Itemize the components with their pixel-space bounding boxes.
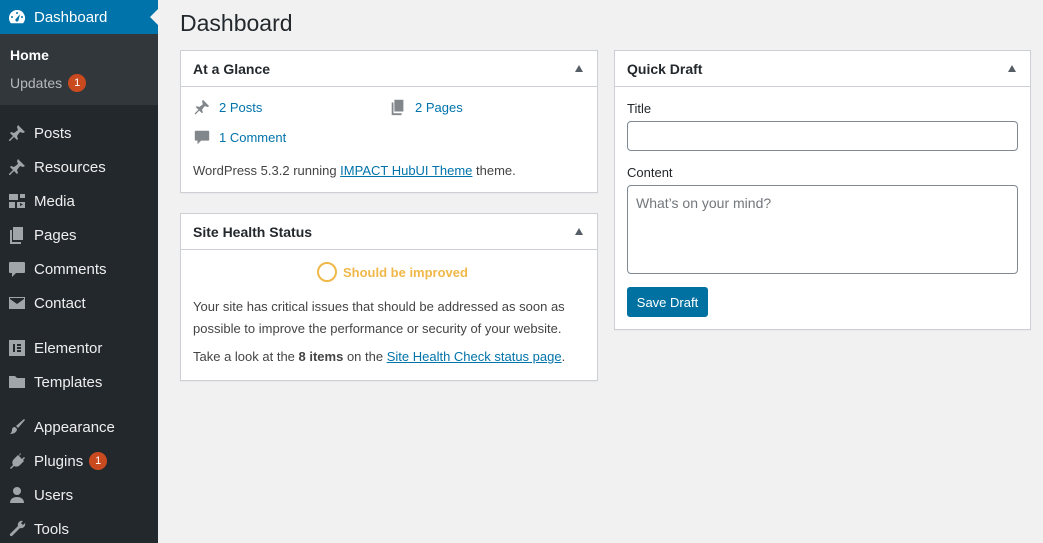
posts-count-link[interactable]: 2 Posts [219,100,262,115]
collapse-toggle-icon[interactable] [1008,65,1016,72]
sidebar-item-label: Appearance [34,418,115,436]
sidebar-item-elementor[interactable]: Elementor [0,331,158,365]
health-items-text: Take a look at the 8 items on the Site H… [193,346,593,368]
sidebar-item-users[interactable]: Users [0,478,158,512]
sidebar-item-contact[interactable]: Contact [0,286,158,320]
wordpress-version-text: WordPress 5.3.2 running IMPACT HubUI The… [193,160,516,182]
media-icon [0,191,34,211]
envelope-icon [0,293,34,313]
sidebar-item-plugins[interactable]: Plugins 1 [0,444,158,478]
health-circle-icon [317,262,337,282]
sidebar-item-label: Resources [34,158,106,176]
sidebar-item-label: Users [34,486,74,504]
sidebar-item-pages[interactable]: Pages [0,218,158,252]
health-text-middle: on the [343,349,387,364]
brush-icon [0,417,34,437]
sidebar-item-label: Posts [34,124,72,142]
health-status-indicator: Should be improved [317,262,468,282]
submenu-label: Updates [10,75,63,91]
draft-title-input[interactable] [627,121,1018,151]
dashboard-icon [0,7,34,27]
sidebar-item-label: Contact [34,294,86,312]
sidebar-item-label: Pages [34,226,77,244]
widget-header[interactable]: At a Glance [181,51,597,87]
sidebar-item-comments[interactable]: Comments [0,252,158,286]
posts-count-item: 2 Posts [193,98,262,116]
pages-count-item: 2 Pages [389,98,463,116]
sidebar-item-media[interactable]: Media [0,184,158,218]
comments-count-item: 1 Comment [193,128,286,146]
health-status-text: Should be improved [343,264,468,280]
sidebar-item-label: Templates [34,373,103,391]
pages-icon [391,99,404,116]
collapse-toggle-icon[interactable] [575,228,583,235]
sidebar-item-posts[interactable]: Posts [0,116,158,150]
health-items-count: 8 items [298,349,344,364]
sidebar-item-dashboard[interactable]: Dashboard [0,0,158,34]
submenu-item-updates[interactable]: Updates 1 [10,72,87,94]
site-health-widget: Site Health Status Should be improved Yo… [180,213,598,381]
version-suffix: theme. [472,163,516,178]
comment-icon [0,259,34,279]
draft-content-textarea[interactable]: What’s on your mind? [627,185,1018,274]
sidebar-item-label: Tools [34,520,70,538]
wrench-icon [0,519,34,539]
sidebar-item-appearance[interactable]: Appearance [0,410,158,444]
user-icon [0,485,34,505]
comments-count-link[interactable]: 1 Comment [219,130,286,145]
sidebar-item-templates[interactable]: Templates [0,365,158,399]
sidebar-item-label: Elementor [34,339,103,357]
content-field-label: Content [627,165,673,180]
elementor-icon [0,338,34,358]
pin-icon [194,99,210,115]
pages-count-link[interactable]: 2 Pages [415,100,463,115]
health-description: Your site has critical issues that shoul… [193,299,565,336]
widget-header[interactable]: Site Health Status [181,214,597,250]
theme-link[interactable]: IMPACT HubUI Theme [340,163,472,178]
admin-sidebar: Dashboard Home Updates 1 Posts Resources… [0,0,158,543]
widget-title: Quick Draft [627,60,703,77]
current-indicator [150,9,158,25]
site-health-link[interactable]: Site Health Check status page [387,349,562,364]
content-placeholder: What’s on your mind? [636,195,772,211]
save-draft-button[interactable]: Save Draft [627,287,708,317]
sidebar-item-resources[interactable]: Resources [0,150,158,184]
widget-title: Site Health Status [193,223,313,240]
sidebar-item-tools[interactable]: Tools [0,512,158,543]
collapse-toggle-icon[interactable] [575,65,583,72]
version-prefix: WordPress 5.3.2 running [193,163,341,178]
plug-icon [0,451,34,471]
comment-icon [194,130,210,145]
submenu-item-home[interactable]: Home [10,44,49,66]
pin-icon [0,157,34,177]
folder-icon [0,372,34,392]
title-field-label: Title [627,101,652,116]
page-title: Dashboard [180,10,293,36]
sidebar-item-label: Comments [34,260,107,278]
plugins-count-badge: 1 [89,452,108,470]
sidebar-item-label: Plugins [34,452,84,470]
quick-draft-widget: Quick Draft Title Content What’s on your… [614,50,1031,330]
sidebar-item-label: Dashboard [34,8,108,26]
submenu-label: Home [10,47,49,63]
widget-title: At a Glance [193,60,271,77]
sidebar-item-label: Media [34,192,75,210]
at-a-glance-widget: At a Glance 2 Posts 2 Pages 1 Comment Wo… [180,50,598,193]
pages-icon [0,225,34,245]
updates-count-badge: 1 [68,74,87,92]
widget-header[interactable]: Quick Draft [615,51,1030,87]
dashboard-submenu: Home Updates 1 [0,34,158,105]
pin-icon [0,123,34,143]
health-text-suffix: . [561,349,566,364]
health-text-prefix: Take a look at the [193,349,299,364]
